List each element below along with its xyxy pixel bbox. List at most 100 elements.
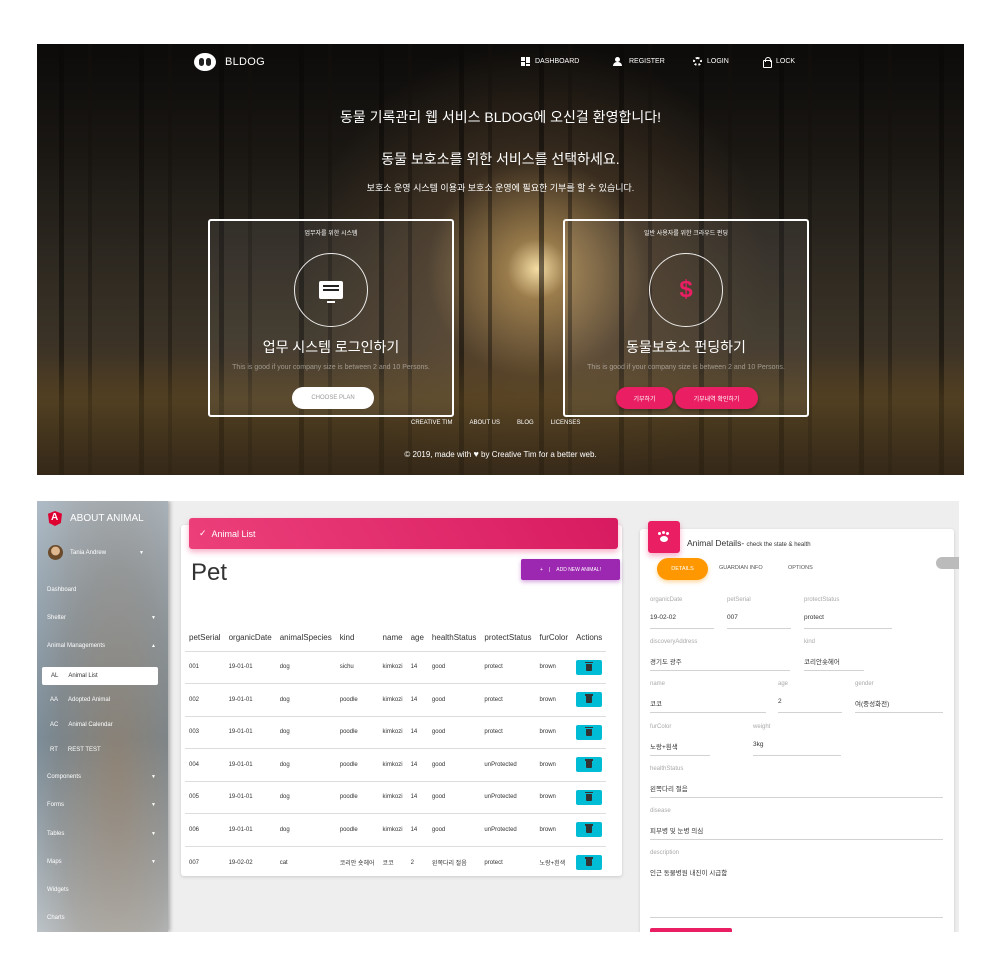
actions-cell (572, 780, 607, 814)
sidebar-logo[interactable]: ABOUT ANIMAL (48, 511, 144, 526)
sidebar-item-animal-calendar[interactable]: AC Animal Calendar (50, 722, 113, 728)
table-row: 004 19-01-01 dog poodle kimkozi 14 good unProte… (185, 748, 607, 781)
table-cell: good (427, 715, 481, 749)
nav-register[interactable]: REGISTER (610, 57, 665, 66)
table-row: 007 19-02-02 cat 코리안 숏헤어 코코 2 왼쪽다리 절음 protect 노랑… (185, 845, 607, 879)
organic-date-field[interactable]: 19-02-02 (650, 614, 714, 629)
animal-table: petSerial organicDate animalSpecies kind… (185, 625, 607, 879)
table-cell: 14 (406, 715, 428, 749)
sidebar-item-shelter[interactable]: Shelter ▼ (47, 615, 159, 621)
sidebar-item-tables[interactable]: Tables ▼ (47, 831, 159, 837)
table-cell: protect (480, 650, 536, 684)
lock-icon (762, 57, 772, 68)
brand-link[interactable]: BLDOG (194, 53, 265, 71)
footer-link-blog[interactable]: BLOG (517, 420, 534, 426)
animal-list-header: ✓ Animal List (189, 518, 618, 549)
table-cell: unProtected (480, 813, 536, 846)
discovery-address-field[interactable]: 경기도 광주 (650, 656, 790, 671)
footer-link-about-us[interactable]: ABOUT US (469, 420, 500, 426)
health-status-field[interactable]: 왼쪽다리 절음 (650, 783, 943, 798)
sidebar-item-forms[interactable]: Forms ▼ (47, 802, 159, 808)
table-header-row: petSerial organicDate animalSpecies kind… (185, 625, 606, 651)
nav-dashboard[interactable]: DASHBOARD (521, 57, 579, 66)
sidebar-item-maps[interactable]: Maps ▼ (47, 859, 159, 865)
sidebar-item-dashboard[interactable]: Dashboard (47, 587, 76, 593)
field-label: description (650, 850, 680, 856)
card-category: 일반 사용자를 위한 크라우드 펀딩 (644, 231, 728, 237)
table-cell: 2 (406, 845, 428, 879)
table-cell: 007 (185, 845, 225, 879)
name-field[interactable]: 코코 (650, 698, 766, 713)
table-cell: protect (480, 845, 536, 879)
delete-button[interactable] (576, 757, 602, 773)
monitor-icon (319, 281, 343, 303)
settings-toggle[interactable] (936, 557, 959, 569)
caret-up-icon: ▲ (151, 643, 156, 649)
table-cell: good (427, 780, 481, 814)
footer-link-licenses[interactable]: LICENSES (551, 420, 581, 426)
table-cell: 001 (185, 650, 225, 684)
plus-icon: + (540, 566, 543, 573)
angular-logo-icon (48, 511, 62, 526)
table-cell: 코리안 숏헤어 (335, 845, 379, 879)
nav-login[interactable]: LOGIN (693, 57, 729, 66)
table-cell: poodle (335, 748, 379, 781)
donate-button[interactable]: 기부하기 (616, 387, 673, 409)
tab-options[interactable]: OPTIONS (788, 565, 813, 571)
system-login-card: 업무자를 위한 시스템 업무 시스템 로그인하기 This is good if… (208, 219, 454, 417)
sidebar-item-charts[interactable]: Charts (47, 915, 65, 921)
sidebar-item-animal-managements[interactable]: Animal Managements ▲ (47, 643, 159, 649)
pet-serial-field[interactable]: 007 (727, 614, 791, 629)
table-cell: poodle (335, 780, 379, 814)
delete-button[interactable] (576, 692, 602, 708)
table-row: 006 19-01-01 dog poodle kimkozi 14 good unProte… (185, 813, 607, 846)
column-header: furColor (539, 633, 568, 643)
service-subtitle: 보호소 운영 시스템 이용과 보호소 운영에 필요한 기부를 할 수 있습니다. (366, 183, 635, 193)
delete-button[interactable] (576, 724, 602, 740)
sidebar-item-widgets[interactable]: Widgets (47, 887, 69, 893)
sidebar-item-components[interactable]: Components ▼ (47, 774, 159, 780)
table-cell: 14 (406, 813, 428, 846)
protect-status-field[interactable]: protect (804, 614, 892, 629)
delete-button[interactable] (576, 822, 602, 838)
delete-button[interactable] (576, 789, 602, 805)
tab-details[interactable]: DETAILS (657, 558, 708, 580)
table-cell: dog (275, 683, 336, 716)
actions-cell (572, 845, 607, 879)
choose-plan-button[interactable]: CHOOSE PLAN (292, 387, 374, 409)
sidebar-item-animal-list[interactable]: AL Animal List (42, 667, 158, 685)
donation-history-button[interactable]: 기부내역 확인하기 (675, 387, 758, 409)
table-cell: kimkozi (378, 748, 407, 781)
table-cell: 왼쪽다리 절음 (427, 845, 481, 879)
footer-link-creative-tim[interactable]: CREATIVE TIM (411, 420, 452, 426)
table-cell: brown (535, 813, 572, 846)
add-new-animal-button[interactable]: + | ADD NEW ANIMAL! (521, 559, 620, 580)
gender-field[interactable]: 여(중성화전) (855, 698, 943, 713)
card-category: 업무자를 위한 시스템 (304, 231, 358, 237)
table-cell: brown (535, 780, 572, 814)
description-field[interactable]: 인근 동물병원 내진이 시급함 (650, 867, 943, 918)
fur-color-field[interactable]: 노랑+흰색 (650, 741, 710, 756)
sidebar-item-adopted-animal[interactable]: AA Adopted Animal (50, 697, 110, 703)
person-add-icon (610, 57, 624, 66)
table-cell: protect (480, 715, 536, 749)
table-cell: 19-02-02 (224, 845, 276, 879)
delete-button[interactable] (576, 659, 602, 675)
field-label: organicDate (650, 597, 683, 603)
nav-lock[interactable]: LOCK (762, 57, 795, 68)
disease-field[interactable]: 피부병 및 눈병 의심 (650, 825, 943, 840)
age-field[interactable]: 2 (778, 698, 842, 713)
sidebar-item-rest-test[interactable]: RT REST TEST (50, 747, 101, 753)
table-row: 005 19-01-01 dog poodle kimkozi 14 good unProte… (185, 780, 607, 814)
delete-button[interactable] (576, 855, 602, 870)
submit-button[interactable] (650, 928, 732, 932)
weight-field[interactable]: 3kg (753, 741, 841, 756)
table-cell: 19-01-01 (224, 683, 276, 716)
details-title: Animal Details- check the state & health (687, 538, 811, 548)
fingerprint-icon (693, 57, 702, 66)
tab-guardian-info[interactable]: GUARDIAN INFO (719, 565, 763, 571)
kind-field[interactable]: 코리안숏헤어 (804, 656, 864, 671)
table-cell: good (427, 813, 481, 846)
sidebar-user[interactable]: Tania Andrew ▼ (48, 545, 158, 560)
actions-cell (572, 748, 607, 781)
